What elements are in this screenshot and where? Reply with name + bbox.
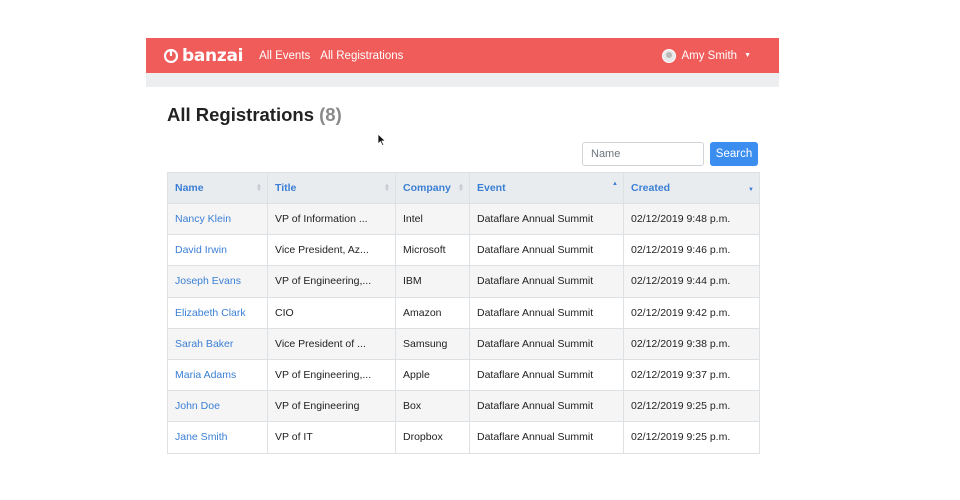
- cell-title: VP of IT: [267, 421, 396, 454]
- cell-name[interactable]: Maria Adams: [167, 358, 268, 392]
- top-navbar: banzai All Events All Registrations Amy …: [146, 38, 779, 73]
- main-content: All Registrations (8) Search Name▲▼ Titl…: [146, 104, 779, 454]
- cell-company: Amazon: [395, 296, 470, 329]
- search-input[interactable]: [582, 142, 704, 166]
- table-row: John Doe VP of Engineering Box Dataflare…: [167, 390, 760, 423]
- cell-title: VP of Engineering,...: [267, 265, 396, 298]
- cell-company: IBM: [395, 265, 470, 298]
- sort-ascending-icon: ▲: [612, 181, 618, 187]
- cell-company: Intel: [395, 202, 470, 236]
- sort-icon: ▲ ▼: [256, 183, 262, 193]
- cell-name[interactable]: Sarah Baker: [167, 327, 268, 360]
- user-name: Amy Smith: [681, 49, 738, 62]
- table-row: Jane Smith VP of IT Dropbox Dataflare An…: [167, 421, 760, 454]
- cell-title: CIO: [267, 296, 396, 329]
- search-button[interactable]: Search: [710, 142, 758, 166]
- column-header-label: Event: [477, 182, 506, 194]
- cell-created: 02/12/2019 9:46 p.m.: [623, 234, 760, 267]
- cell-created: 02/12/2019 9:38 p.m.: [623, 327, 760, 360]
- cell-title: VP of Information ...: [267, 202, 396, 236]
- cell-created: 02/12/2019 9:25 p.m.: [623, 421, 760, 454]
- cell-name[interactable]: Jane Smith: [167, 421, 268, 454]
- sort-icon: ▲ ▼: [384, 183, 390, 193]
- cell-company: Dropbox: [395, 421, 470, 454]
- cell-event: Dataflare Annual Summit: [469, 202, 624, 236]
- registrations-table: Name ▲ ▼ Title ▲ ▼ Company ▲ ▼ Event ▲ Created ▼…: [167, 172, 760, 454]
- page-title: All Registrations (8): [167, 104, 758, 126]
- column-header-label: Name: [175, 182, 204, 194]
- page-title-text: All Registrations: [167, 104, 314, 125]
- user-menu[interactable]: Amy Smith ▼: [662, 48, 751, 63]
- banzai-logo-icon: [164, 48, 178, 63]
- nav-link-all-events[interactable]: All Events: [259, 50, 310, 62]
- brand-name: banzai: [182, 45, 244, 66]
- sort-icon: ▲ ▼: [458, 183, 464, 193]
- table-row: Nancy Klein VP of Information ... Intel …: [167, 202, 760, 236]
- table-header-row: Name ▲ ▼ Title ▲ ▼ Company ▲ ▼ Event ▲ Created ▼: [167, 172, 760, 204]
- sort-descending-icon: ▼: [748, 187, 754, 193]
- table-row: Maria Adams VP of Engineering,... Apple …: [167, 358, 760, 392]
- cell-event: Dataflare Annual Summit: [469, 358, 624, 392]
- cell-name[interactable]: David Irwin: [167, 234, 268, 267]
- cell-title: Vice President of ...: [267, 327, 396, 360]
- app-window: banzai All Events All Registrations Amy …: [146, 38, 779, 462]
- column-header-company[interactable]: Company ▲ ▼: [395, 172, 470, 204]
- nav-link-all-registrations[interactable]: All Registrations: [320, 50, 403, 62]
- cell-event: Dataflare Annual Summit: [469, 390, 624, 423]
- cell-created: 02/12/2019 9:44 p.m.: [623, 265, 760, 298]
- cell-company: Microsoft: [395, 234, 470, 267]
- mouse-pointer-icon: [377, 133, 387, 147]
- column-header-event[interactable]: Event ▲: [469, 172, 624, 204]
- cell-created: 02/12/2019 9:25 p.m.: [623, 390, 760, 423]
- caret-down-icon: ▼: [744, 52, 751, 59]
- brand[interactable]: banzai: [164, 46, 243, 66]
- cell-created: 02/12/2019 9:37 p.m.: [623, 358, 760, 392]
- cell-name[interactable]: Elizabeth Clark: [167, 296, 268, 329]
- cell-title: VP of Engineering: [267, 390, 396, 423]
- column-header-name[interactable]: Name ▲ ▼: [167, 172, 268, 204]
- cell-event: Dataflare Annual Summit: [469, 296, 624, 329]
- cell-event: Dataflare Annual Summit: [469, 421, 624, 454]
- column-header-label: Title: [275, 182, 297, 194]
- cell-event: Dataflare Annual Summit: [469, 265, 624, 298]
- column-header-label: Company: [403, 182, 451, 194]
- cell-company: Samsung: [395, 327, 470, 360]
- cell-event: Dataflare Annual Summit: [469, 327, 624, 360]
- column-header-title[interactable]: Title ▲ ▼: [267, 172, 396, 204]
- cell-created: 02/12/2019 9:42 p.m.: [623, 296, 760, 329]
- column-header-label: Created: [631, 182, 671, 194]
- column-header-created[interactable]: Created ▼: [623, 172, 760, 204]
- cell-created: 02/12/2019 9:48 p.m.: [623, 202, 760, 236]
- cell-event: Dataflare Annual Summit: [469, 234, 624, 267]
- cell-company: Apple: [395, 358, 470, 392]
- search-bar: Search: [167, 142, 758, 166]
- sub-header-bar: [146, 73, 779, 87]
- table-row: Elizabeth Clark CIO Amazon Dataflare Ann…: [167, 296, 760, 329]
- cell-name[interactable]: Joseph Evans: [167, 265, 268, 298]
- cell-name[interactable]: Nancy Klein: [167, 202, 268, 236]
- registration-count: (8): [319, 104, 342, 125]
- table-row: David Irwin Vice President, Az... Micros…: [167, 234, 760, 267]
- table-row: Joseph Evans VP of Engineering,... IBM D…: [167, 265, 760, 298]
- table-row: Sarah Baker Vice President of ... Samsun…: [167, 327, 760, 360]
- cell-name[interactable]: John Doe: [167, 390, 268, 423]
- cell-title: Vice President, Az...: [267, 234, 396, 267]
- user-avatar-icon: [662, 48, 677, 63]
- cell-company: Box: [395, 390, 470, 423]
- cell-title: VP of Engineering,...: [267, 358, 396, 392]
